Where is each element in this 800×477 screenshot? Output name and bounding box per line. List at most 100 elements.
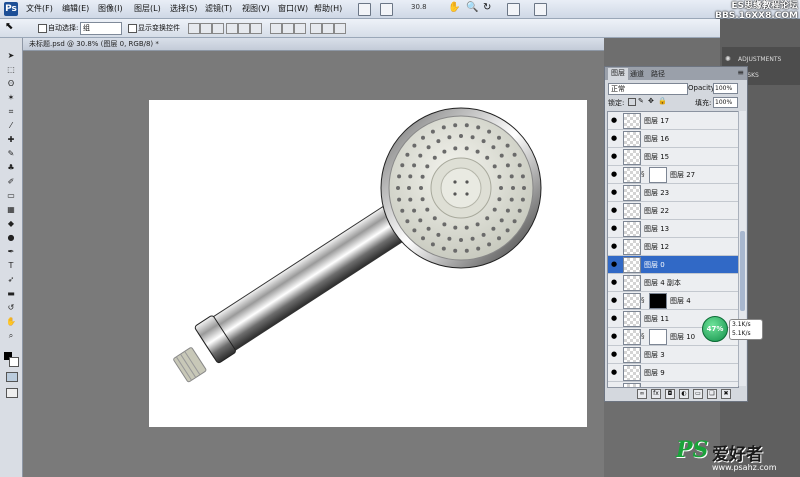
layer-row[interactable]: ● 图层 22: [608, 202, 738, 220]
layer-mask-thumbnail[interactable]: [649, 329, 667, 345]
layer-name[interactable]: 图层 3: [644, 350, 665, 360]
distribute-hcenter-icon[interactable]: [322, 23, 334, 34]
layer-row[interactable]: ● 图层 17: [608, 112, 738, 130]
auto-select-checkbox[interactable]: [38, 24, 47, 33]
layer-name[interactable]: 图层 11: [644, 314, 669, 324]
tab-layers[interactable]: 图层: [608, 68, 628, 80]
document-tab[interactable]: 未标题.psd @ 30.8% (图层 0, RGB/8) *: [23, 38, 604, 51]
menu-layer[interactable]: 图层(L): [134, 3, 161, 14]
move-tool-icon[interactable]: ➤: [5, 52, 17, 60]
opacity-input[interactable]: 100%: [713, 83, 738, 94]
align-vcenter-icon[interactable]: [200, 23, 212, 34]
crop-tool-icon[interactable]: ⌗: [5, 108, 17, 116]
tab-paths[interactable]: 路径: [651, 69, 665, 79]
layer-row[interactable]: ● 图层 6: [608, 382, 738, 388]
layer-row[interactable]: ● 图层 9: [608, 364, 738, 382]
fill-input[interactable]: 100%: [713, 97, 738, 108]
move-tool-icon[interactable]: ⬉: [5, 21, 13, 32]
visibility-eye-icon[interactable]: ●: [611, 171, 619, 178]
zoom-tool-icon[interactable]: 🔍: [466, 2, 478, 13]
menu-file[interactable]: 文件(F): [26, 3, 53, 14]
add-mask-icon[interactable]: ◘: [665, 389, 675, 399]
brush-tool-icon[interactable]: ✎: [5, 150, 17, 158]
layer-name[interactable]: 图层 17: [644, 116, 669, 126]
zoom-tool-icon[interactable]: ⌕: [5, 332, 17, 340]
mask-link-icon[interactable]: §: [641, 170, 645, 178]
layer-row[interactable]: ● 图层 4 副本: [608, 274, 738, 292]
distribute-left-icon[interactable]: [310, 23, 322, 34]
tab-channels[interactable]: 通道: [630, 69, 644, 79]
hand-tool-icon[interactable]: ✋: [5, 318, 17, 326]
new-layer-icon[interactable]: ❏: [707, 389, 717, 399]
visibility-eye-icon[interactable]: ●: [611, 315, 619, 322]
layer-name[interactable]: 图层 13: [644, 224, 669, 234]
lasso-tool-icon[interactable]: ʘ: [5, 80, 17, 88]
layer-row[interactable]: ● 图层 13: [608, 220, 738, 238]
eyedropper-icon[interactable]: ⁄: [5, 122, 17, 130]
eraser-tool-icon[interactable]: ▭: [5, 192, 17, 200]
new-group-icon[interactable]: ▭: [693, 389, 703, 399]
menu-view[interactable]: 视图(V): [242, 3, 270, 14]
visibility-eye-icon[interactable]: ●: [611, 117, 619, 124]
adjustments-label[interactable]: ADJUSTMENTS: [738, 56, 781, 63]
distribute-vcenter-icon[interactable]: [282, 23, 294, 34]
menu-window[interactable]: 窗口(W): [278, 3, 308, 14]
mask-link-icon[interactable]: §: [641, 332, 645, 340]
visibility-eye-icon[interactable]: ●: [611, 387, 617, 388]
menu-edit[interactable]: 编辑(E): [62, 3, 89, 14]
align-right-icon[interactable]: [250, 23, 262, 34]
layer-name[interactable]: 图层 27: [670, 170, 695, 180]
magic-wand-icon[interactable]: ✶: [5, 94, 17, 102]
layer-name[interactable]: 图层 12: [644, 242, 669, 252]
layer-name[interactable]: 图层 6: [644, 386, 665, 387]
shape-tool-icon[interactable]: ▬: [5, 290, 17, 298]
blend-mode-dropdown[interactable]: 正常: [608, 83, 688, 95]
layer-name[interactable]: 图层 9: [644, 368, 665, 378]
path-select-icon[interactable]: ➶: [5, 276, 17, 284]
layer-list-scrollbar[interactable]: [738, 111, 746, 386]
screen-mode-icon[interactable]: [6, 388, 18, 398]
visibility-eye-icon[interactable]: ●: [611, 207, 619, 214]
lock-all-icon[interactable]: 🔒: [658, 97, 667, 105]
healing-brush-icon[interactable]: ✚: [5, 136, 17, 144]
clone-stamp-icon[interactable]: ♣: [5, 164, 17, 172]
layer-mask-thumbnail[interactable]: [649, 293, 667, 309]
visibility-eye-icon[interactable]: ●: [611, 261, 619, 268]
bridge-icon[interactable]: [358, 3, 371, 16]
auto-select-dropdown[interactable]: 组: [80, 22, 122, 35]
distribute-top-icon[interactable]: [270, 23, 282, 34]
layer-name[interactable]: 图层 23: [644, 188, 669, 198]
canvas[interactable]: [149, 100, 587, 427]
menu-image[interactable]: 图像(I): [98, 3, 123, 14]
visibility-eye-icon[interactable]: ●: [611, 369, 619, 376]
hand-tool-icon[interactable]: ✋: [448, 2, 460, 13]
visibility-eye-icon[interactable]: ●: [611, 189, 619, 196]
layer-row[interactable]: ● 图层 16: [608, 130, 738, 148]
distribute-right-icon[interactable]: [334, 23, 346, 34]
visibility-eye-icon[interactable]: ●: [611, 297, 619, 304]
show-transform-checkbox[interactable]: [128, 24, 137, 33]
scrollbar-thumb[interactable]: [740, 231, 745, 311]
layer-row[interactable]: ● § 图层 27: [608, 166, 738, 184]
lock-pixels-icon[interactable]: ✎: [638, 97, 644, 105]
visibility-eye-icon[interactable]: ●: [611, 225, 619, 232]
blur-tool-icon[interactable]: ◆: [5, 220, 17, 228]
layer-row[interactable]: ● 图层 15: [608, 148, 738, 166]
visibility-eye-icon[interactable]: ●: [611, 333, 619, 340]
layer-row[interactable]: ● § 图层 4: [608, 292, 738, 310]
extras-icon[interactable]: [534, 3, 547, 16]
background-color-swatch[interactable]: [9, 357, 19, 367]
zoom-level[interactable]: 30.8: [411, 3, 427, 11]
arrange-icon[interactable]: [380, 3, 393, 16]
menu-help[interactable]: 帮助(H): [314, 3, 342, 14]
layer-name[interactable]: 图层 22: [644, 206, 669, 216]
align-bottom-icon[interactable]: [212, 23, 224, 34]
pen-tool-icon[interactable]: ✒: [5, 248, 17, 256]
adjustment-layer-icon[interactable]: ◐: [679, 389, 689, 399]
menu-select[interactable]: 选择(S): [170, 3, 197, 14]
3d-rotate-icon[interactable]: ↺: [5, 304, 17, 312]
visibility-eye-icon[interactable]: ●: [611, 243, 619, 250]
layer-name[interactable]: 图层 4: [670, 296, 691, 306]
screen-mode-icon[interactable]: [507, 3, 520, 16]
layer-mask-thumbnail[interactable]: [649, 167, 667, 183]
